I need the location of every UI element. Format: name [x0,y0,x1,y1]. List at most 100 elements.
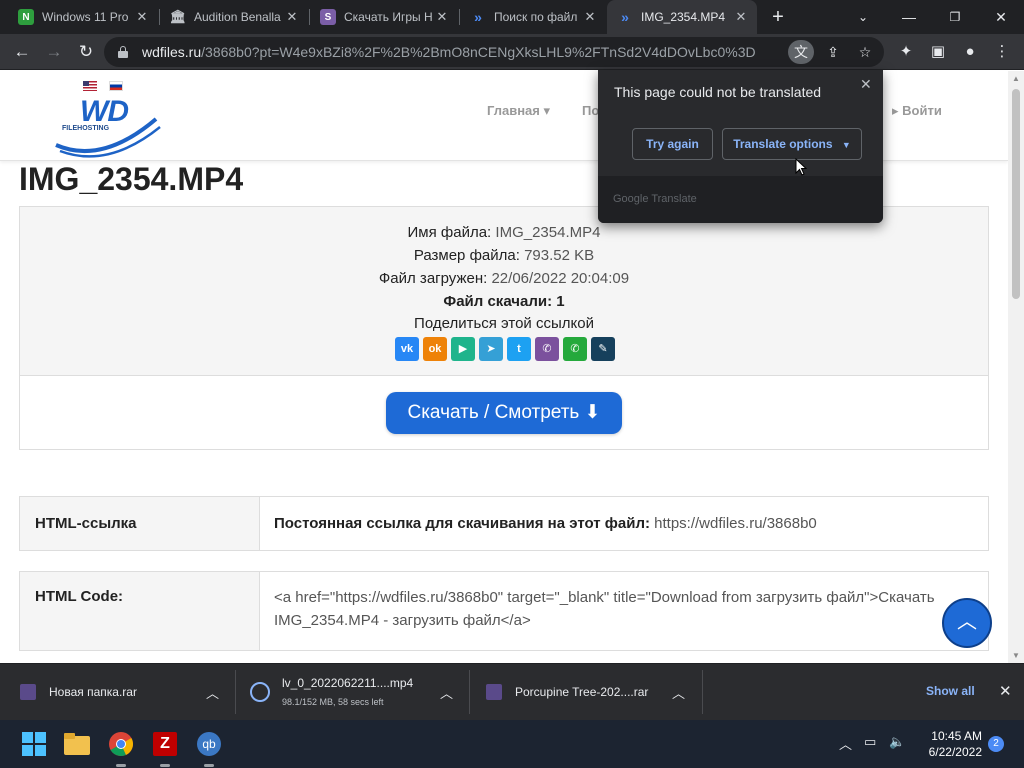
download-progress-icon [250,682,270,702]
chrome-icon[interactable] [105,728,137,760]
extensions-puzzle-icon[interactable]: ✦ [892,38,920,66]
tab-search-chevron-icon[interactable]: ⌄ [840,0,886,34]
ru-flag-icon[interactable] [109,81,123,91]
chevron-up-icon[interactable]: ︿ [839,734,852,753]
share-icon[interactable]: ⇪ [820,40,846,64]
minimize-button[interactable]: — [886,0,932,34]
html-code-label: HTML Code: [20,572,260,650]
tab-windows-11[interactable]: N Windows 11 Pro ✕ [8,0,158,34]
rar-file-icon [486,684,502,700]
rar-file-icon [20,684,36,700]
scroll-to-top-button[interactable]: ︿ [942,598,992,648]
scroll-up-arrow-icon[interactable]: ▲ [1008,74,1024,83]
vk-share-button[interactable]: vk [395,337,419,361]
close-icon[interactable]: ✕ [999,682,1012,700]
chevron-up-icon[interactable]: ︿ [440,683,453,702]
file-info-panel: Имя файла: IMG_2354.MP4 Размер файла: 79… [20,207,988,376]
chevrons-icon: » [474,9,482,25]
dropdown-caret-icon: ▼ [841,140,851,150]
tab-title: Поиск по файл [494,10,578,24]
forward-button[interactable]: → [40,38,68,66]
page-scrollbar[interactable]: ▲ ▼ [1008,71,1024,663]
volume-icon[interactable]: 🔈 [889,734,905,750]
file-info-box: Имя файла: IMG_2354.MP4 Размер файла: 79… [19,206,989,450]
close-icon[interactable]: ✕ [434,9,450,25]
tab-img-2354[interactable]: » IMG_2354.MP4 ✕ [607,0,757,34]
html-code-value[interactable]: <a href="https://wdfiles.ru/3868b0" targ… [274,586,976,632]
taskbar: Z qb ︿ ▭ 🔈 10:45 AM 6/22/2022 2 [0,720,1024,768]
back-button[interactable]: ← [8,38,36,66]
tab-title: Скачать Игры Н [344,10,433,24]
odnoklassniki-share-button[interactable]: ok [423,337,447,361]
html-link-label: HTML-ссылка [20,497,260,550]
try-again-button[interactable]: Try again [632,128,713,160]
tab-search-files[interactable]: » Поиск по файл ✕ [460,0,606,34]
windows-start-icon[interactable] [18,728,50,760]
translate-options-button[interactable]: Translate options ▼ [722,128,862,160]
close-icon[interactable]: ✕ [582,9,598,25]
side-panel-icon[interactable]: ▣ [924,38,952,66]
mouse-cursor-icon [795,158,807,176]
window-close-button[interactable]: ✕ [978,0,1024,34]
html-link-row: HTML-ссылка Постоянная ссылка для скачив… [19,496,989,551]
file-explorer-icon[interactable] [61,728,93,760]
download-count: Файл скачали: 1 [443,293,565,310]
yandex-messenger-share-button[interactable]: ▶ [451,337,475,361]
chevron-up-icon[interactable]: ︿ [672,683,685,702]
viber-share-button[interactable]: ✆ [535,337,559,361]
url-text[interactable]: wdfiles.ru/3868b0?pt=W4e9xBZi8%2F%2B%2Bm… [142,44,756,60]
show-all-button[interactable]: Show all [926,684,975,698]
reload-button[interactable]: ↻ [72,38,100,66]
restore-button[interactable]: ❐ [932,0,978,34]
bookmark-star-icon[interactable]: ☆ [852,40,878,64]
scroll-thumb[interactable] [1012,89,1020,299]
download-watch-button[interactable]: Скачать / Смотреть ⬇ [386,392,622,434]
tab-games[interactable]: S Скачать Игры Н ✕ [310,0,458,34]
filezilla-icon[interactable]: Z [149,728,181,760]
qbittorrent-icon[interactable]: qb [193,728,225,760]
translate-icon[interactable]: 文 [788,40,814,64]
system-clock[interactable]: 10:45 AM 6/22/2022 [918,728,982,760]
tab-audition[interactable]: 🏛 Audition Benalla ✕ [160,0,308,34]
file-size-line: Размер файла: 793.52 KB [413,247,595,264]
twitter-share-button[interactable]: t [507,337,531,361]
scroll-down-arrow-icon[interactable]: ▼ [1008,651,1024,660]
page-title: IMG_2354.MP4 [19,161,244,197]
whatsapp-share-button[interactable]: ✆ [563,337,587,361]
nav-partial[interactable]: По [582,103,599,118]
downloads-shelf: Новая папка.rar ︿ lv_0_2022062211....mp4… [0,663,1024,720]
site-logo[interactable]: WD FILEHOSTING [52,95,162,159]
tab-title: Audition Benalla [194,10,281,24]
translate-popup-title: This page could not be translated [614,84,822,100]
green-n-icon: N [18,9,34,25]
tab-title: IMG_2354.MP4 [641,10,726,24]
network-icon[interactable]: ▭ [864,734,876,750]
address-bar[interactable]: wdfiles.ru/3868b0?pt=W4e9xBZi8%2F%2B%2Bm… [104,37,884,67]
download-item[interactable]: lv_0_2022062211....mp4 98.1/152 MB, 58 s… [250,664,460,721]
lock-icon[interactable] [118,46,128,58]
close-icon[interactable]: ✕ [733,9,749,25]
tab-strip: N Windows 11 Pro ✕ 🏛 Audition Benalla ✕ … [0,0,1024,34]
profile-avatar-icon[interactable]: ● [956,38,984,66]
nav-home[interactable]: Главная ▾ [487,103,550,119]
file-uploaded-line: Файл загружен: 22/06/2022 20:04:09 [378,270,630,287]
close-icon[interactable]: ✕ [284,9,300,25]
menu-kebab-icon[interactable]: ⋮ [988,38,1016,66]
translate-popup: This page could not be translated ✕ Try … [598,70,883,223]
share-buttons: vk ok ▶ ➤ t ✆ ✆ ✎ [395,337,615,361]
livejournal-share-button[interactable]: ✎ [591,337,615,361]
notification-badge[interactable]: 2 [988,736,1004,752]
nav-login[interactable]: ▸ Войти [892,103,942,119]
telegram-share-button[interactable]: ➤ [479,337,503,361]
download-item[interactable]: Porcupine Tree-202....rar ︿ [486,664,696,721]
close-icon[interactable]: ✕ [860,76,872,93]
close-icon[interactable]: ✕ [134,9,150,25]
new-tab-button[interactable]: + [766,4,790,30]
tab-title: Windows 11 Pro [42,10,129,24]
download-item[interactable]: Новая папка.rar ︿ [20,664,230,721]
share-label: Поделиться этой ссылкой [414,315,594,332]
chevron-up-icon[interactable]: ︿ [206,683,219,702]
file-name-line: Имя файла: IMG_2354.MP4 [407,224,601,241]
permanent-link[interactable]: Постоянная ссылка для скачивания на этот… [274,512,976,535]
us-flag-icon[interactable] [83,81,97,91]
